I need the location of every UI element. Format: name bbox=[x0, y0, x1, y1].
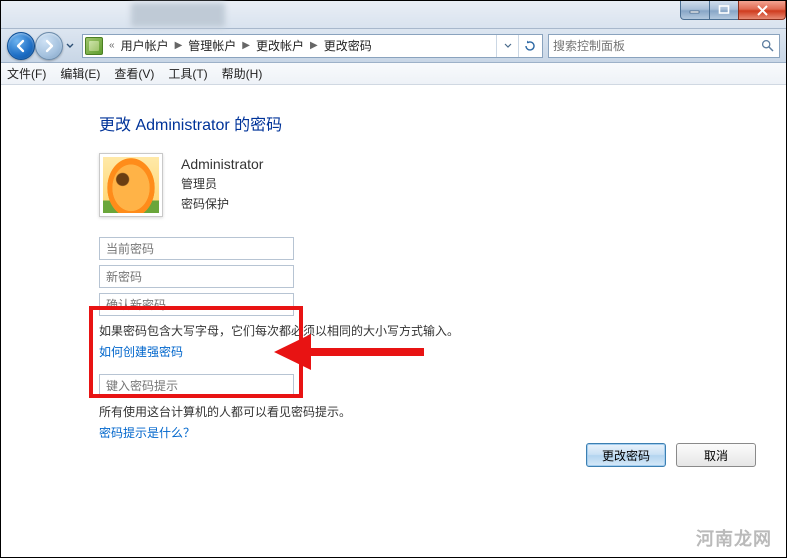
chevron-down-icon bbox=[66, 43, 74, 49]
maximize-icon bbox=[718, 5, 730, 15]
user-info: Administrator 管理员 密码保护 bbox=[181, 153, 263, 214]
address-dropdown[interactable] bbox=[496, 35, 518, 57]
user-role: 管理员 bbox=[181, 175, 263, 194]
crumb-sep: « bbox=[107, 40, 117, 51]
arrow-right-icon bbox=[42, 39, 56, 53]
menu-tools[interactable]: 工具(T) bbox=[168, 65, 207, 82]
nav-history-dropdown[interactable] bbox=[63, 35, 77, 57]
current-password-field[interactable] bbox=[99, 237, 294, 260]
password-fields bbox=[99, 237, 294, 316]
menu-help[interactable]: 帮助(H) bbox=[222, 65, 263, 82]
what-is-hint-link[interactable]: 密码提示是什么？ bbox=[99, 424, 786, 441]
maximize-button[interactable] bbox=[709, 1, 739, 20]
nav-buttons bbox=[7, 32, 77, 60]
close-icon bbox=[756, 5, 769, 16]
nav-row: « 用户帐户 ▶ 管理帐户 ▶ 更改帐户 ▶ 更改密码 bbox=[1, 29, 786, 63]
close-button[interactable] bbox=[738, 1, 786, 20]
user-block: Administrator 管理员 密码保护 bbox=[99, 153, 786, 217]
new-password-field[interactable] bbox=[99, 265, 294, 288]
cancel-button[interactable]: 取消 bbox=[676, 443, 756, 467]
breadcrumb-item[interactable]: 更改帐户 bbox=[252, 37, 308, 54]
user-name: Administrator bbox=[181, 153, 263, 175]
chevron-right-icon: ▶ bbox=[240, 40, 252, 51]
refresh-icon bbox=[523, 39, 537, 53]
minimize-button[interactable] bbox=[680, 1, 710, 20]
breadcrumb-item[interactable]: 用户帐户 bbox=[117, 37, 173, 54]
address-bar[interactable]: « 用户帐户 ▶ 管理帐户 ▶ 更改帐户 ▶ 更改密码 bbox=[82, 34, 543, 58]
watermark: 河南龙网 bbox=[696, 525, 772, 551]
menu-file[interactable]: 文件(F) bbox=[7, 65, 46, 82]
back-button[interactable] bbox=[7, 32, 35, 60]
chevron-right-icon: ▶ bbox=[308, 40, 320, 51]
window-controls bbox=[681, 1, 786, 21]
menu-edit[interactable]: 编辑(E) bbox=[60, 65, 100, 82]
password-hint-field[interactable] bbox=[99, 374, 294, 397]
user-protection: 密码保护 bbox=[181, 195, 263, 214]
search-input[interactable] bbox=[553, 39, 759, 53]
minimize-icon bbox=[689, 5, 701, 15]
page-title: 更改 Administrator 的密码 bbox=[99, 111, 786, 135]
strong-password-link[interactable]: 如何创建强密码 bbox=[99, 343, 786, 360]
search-icon[interactable] bbox=[759, 39, 775, 52]
arrow-left-icon bbox=[14, 39, 28, 53]
control-panel-icon bbox=[85, 37, 103, 55]
forward-button[interactable] bbox=[35, 32, 63, 60]
breadcrumb-item[interactable]: 管理帐户 bbox=[184, 37, 240, 54]
chevron-right-icon: ▶ bbox=[173, 40, 185, 51]
hint-visibility-note: 所有使用这台计算机的人都可以看见密码提示。 bbox=[99, 403, 786, 420]
search-box[interactable] bbox=[548, 34, 780, 58]
avatar bbox=[103, 157, 159, 213]
button-row: 更改密码 取消 bbox=[586, 443, 756, 467]
breadcrumb-item[interactable]: 更改密码 bbox=[320, 37, 376, 54]
avatar-frame bbox=[99, 153, 163, 217]
content-area: 更改 Administrator 的密码 Administrator 管理员 密… bbox=[1, 85, 786, 557]
change-password-button[interactable]: 更改密码 bbox=[586, 443, 666, 467]
menu-view[interactable]: 查看(V) bbox=[114, 65, 154, 82]
menu-bar: 文件(F) 编辑(E) 查看(V) 工具(T) 帮助(H) bbox=[1, 63, 786, 85]
chevron-down-icon bbox=[504, 43, 512, 49]
confirm-password-field[interactable] bbox=[99, 293, 294, 316]
title-blur bbox=[131, 3, 225, 27]
window-titlebar bbox=[1, 1, 786, 29]
refresh-button[interactable] bbox=[518, 35, 540, 57]
case-sensitivity-hint: 如果密码包含大写字母，它们每次都必须以相同的大小写方式输入。 bbox=[99, 322, 786, 339]
